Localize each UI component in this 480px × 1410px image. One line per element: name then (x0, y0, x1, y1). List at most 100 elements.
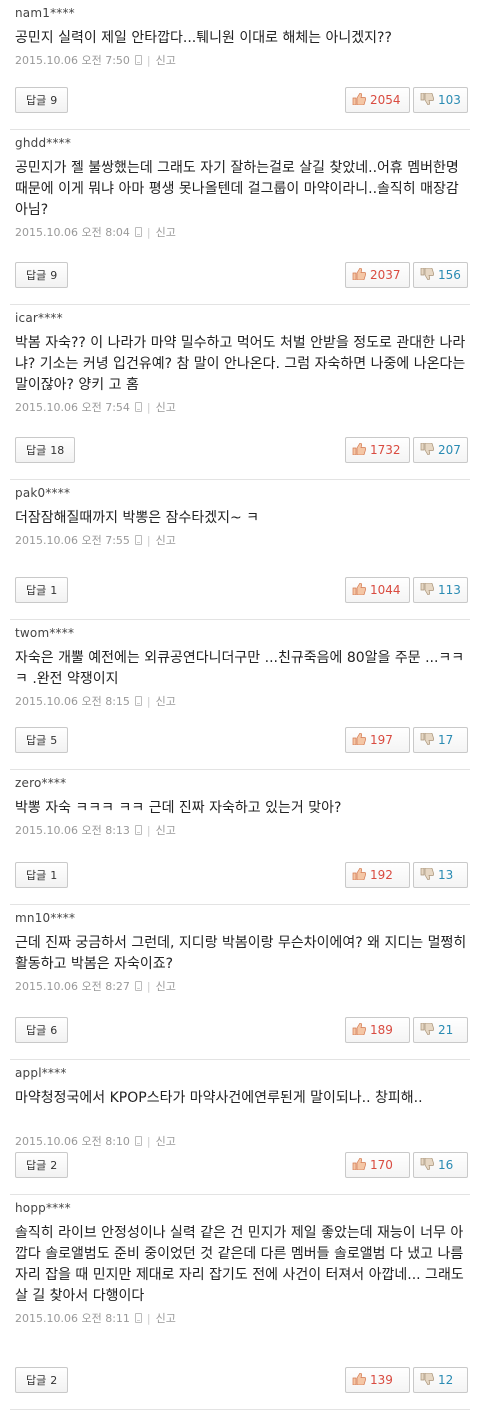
like-count: 197 (370, 733, 393, 747)
thumbs-up-icon (352, 1022, 370, 1038)
reply-count: 2 (50, 1158, 58, 1172)
thumbs-down-icon (420, 582, 438, 598)
like-count: 170 (370, 1158, 393, 1172)
comment-username[interactable]: mn10**** (15, 911, 75, 925)
dislike-button[interactable]: 17 (413, 727, 468, 753)
reply-label: 답글 (26, 444, 47, 457)
like-button[interactable]: 189 (345, 1017, 410, 1043)
comment-date: 2015.10.06 오전 8:11 (15, 1312, 130, 1325)
thumbs-down-icon (420, 442, 438, 458)
reply-button[interactable]: 답글 5 (15, 727, 69, 753)
divider: | (146, 979, 151, 993)
report-link[interactable]: 신고 (156, 1310, 176, 1326)
comment-username[interactable]: ghdd**** (15, 136, 71, 150)
comment-item: zero**** 박뽕 자숙 ㅋㅋㅋ ㅋㅋ 근데 진짜 자숙하고 있는거 맞아? 2… (0, 770, 480, 905)
like-button[interactable]: 197 (345, 727, 410, 753)
thumbs-down-icon (420, 1157, 438, 1173)
reply-button[interactable]: 답글 9 (15, 262, 69, 288)
comment-date: 2015.10.06 오전 8:27 (15, 980, 130, 993)
report-link[interactable]: 신고 (156, 224, 176, 240)
thumbs-down-icon (420, 92, 438, 108)
reply-label: 답글 (26, 1024, 47, 1037)
comment-text: 박뽕 자숙 ㅋㅋㅋ ㅋㅋ 근데 진짜 자숙하고 있는거 맞아? (15, 800, 342, 816)
comment-username[interactable]: appl**** (15, 1066, 67, 1080)
like-button[interactable]: 1732 (345, 437, 410, 463)
comment-date: 2015.10.06 오전 7:55 (15, 534, 130, 547)
thumbs-up-icon (352, 267, 370, 283)
like-button[interactable]: 2037 (345, 262, 410, 288)
dislike-button[interactable]: 113 (413, 577, 468, 603)
dislike-button[interactable]: 16 (413, 1152, 468, 1178)
thumbs-up-icon (352, 867, 370, 883)
reply-count: 9 (50, 93, 58, 107)
comment-username[interactable]: nam1**** (15, 6, 75, 20)
like-count: 1044 (370, 583, 401, 597)
comment-date: 2015.10.06 오전 7:54 (15, 401, 130, 414)
like-button[interactable]: 139 (345, 1367, 410, 1393)
comment-text: 더잠잠해질때까지 박뽕은 잠수타겠지~ ㅋ (15, 510, 260, 526)
divider: | (146, 225, 151, 239)
report-link[interactable]: 신고 (156, 1133, 176, 1149)
reply-label: 답글 (26, 869, 47, 882)
like-button[interactable]: 1044 (345, 577, 410, 603)
reply-label: 답글 (26, 734, 47, 747)
reply-label: 답글 (26, 1159, 47, 1172)
like-button[interactable]: 170 (345, 1152, 410, 1178)
report-link[interactable]: 신고 (156, 399, 176, 415)
thumbs-up-icon (352, 732, 370, 748)
comment-username[interactable]: pak0**** (15, 486, 70, 500)
reply-label: 답글 (26, 94, 47, 107)
divider: | (146, 823, 151, 837)
like-button[interactable]: 2054 (345, 87, 410, 113)
report-link[interactable]: 신고 (156, 978, 176, 994)
dislike-count: 207 (438, 443, 461, 457)
dislike-button[interactable]: 21 (413, 1017, 468, 1043)
comment-date: 2015.10.06 오전 8:15 (15, 695, 130, 708)
divider: | (146, 1311, 151, 1325)
comment-meta: 2015.10.06 오전 8:11 | 신고 (15, 1310, 176, 1326)
comment-date: 2015.10.06 오전 8:10 (15, 1135, 130, 1148)
comment-username[interactable]: hopp**** (15, 1201, 71, 1215)
thumbs-up-icon (352, 92, 370, 108)
comment-username[interactable]: zero**** (15, 776, 66, 790)
mobile-icon (134, 227, 142, 237)
comment-meta: 2015.10.06 오전 8:10 | 신고 (15, 1133, 176, 1149)
like-count: 2037 (370, 268, 401, 282)
dislike-button[interactable]: 207 (413, 437, 468, 463)
comment-meta: 2015.10.06 오전 8:15 | 신고 (15, 693, 176, 709)
comment-meta: 2015.10.06 오전 8:04 | 신고 (15, 224, 176, 240)
dislike-button[interactable]: 13 (413, 862, 468, 888)
comment-meta: 2015.10.06 오전 8:27 | 신고 (15, 978, 176, 994)
dislike-count: 12 (438, 1373, 454, 1387)
comment-username[interactable]: icar**** (15, 311, 63, 325)
report-link[interactable]: 신고 (156, 52, 176, 68)
reply-button[interactable]: 답글 2 (15, 1367, 69, 1393)
reply-button[interactable]: 답글 1 (15, 577, 69, 603)
thumbs-down-icon (420, 1372, 438, 1388)
dislike-button[interactable]: 156 (413, 262, 468, 288)
comment-meta: 2015.10.06 오전 7:50 | 신고 (15, 52, 176, 68)
comment-username[interactable]: twom**** (15, 626, 74, 640)
reply-count: 1 (50, 868, 58, 882)
reply-button[interactable]: 답글 18 (15, 437, 76, 463)
dislike-button[interactable]: 103 (413, 87, 468, 113)
report-link[interactable]: 신고 (156, 532, 176, 548)
reply-button[interactable]: 답글 6 (15, 1017, 69, 1043)
thumbs-down-icon (420, 732, 438, 748)
reply-button[interactable]: 답글 1 (15, 862, 69, 888)
report-link[interactable]: 신고 (156, 822, 176, 838)
dislike-button[interactable]: 12 (413, 1367, 468, 1393)
thumbs-down-icon (420, 867, 438, 883)
comment-item: pak0**** 더잠잠해질때까지 박뽕은 잠수타겠지~ ㅋ 2015.10.06 … (0, 480, 480, 620)
comment-text: 마약청정국에서 KPOP스타가 마약사건에연루된게 말이되나.. 창피해.. (15, 1090, 423, 1106)
comment-date: 2015.10.06 오전 8:13 (15, 824, 130, 837)
report-link[interactable]: 신고 (156, 693, 176, 709)
reply-count: 6 (50, 1023, 58, 1037)
comment-text: 공민지가 젤 불쌍했는데 그래도 자기 잘하는걸로 살길 찾았네..어휴 멤버한… (15, 160, 459, 218)
dislike-count: 113 (438, 583, 461, 597)
reply-button[interactable]: 답글 2 (15, 1152, 69, 1178)
dislike-count: 156 (438, 268, 461, 282)
like-count: 192 (370, 868, 393, 882)
reply-button[interactable]: 답글 9 (15, 87, 69, 113)
like-button[interactable]: 192 (345, 862, 410, 888)
